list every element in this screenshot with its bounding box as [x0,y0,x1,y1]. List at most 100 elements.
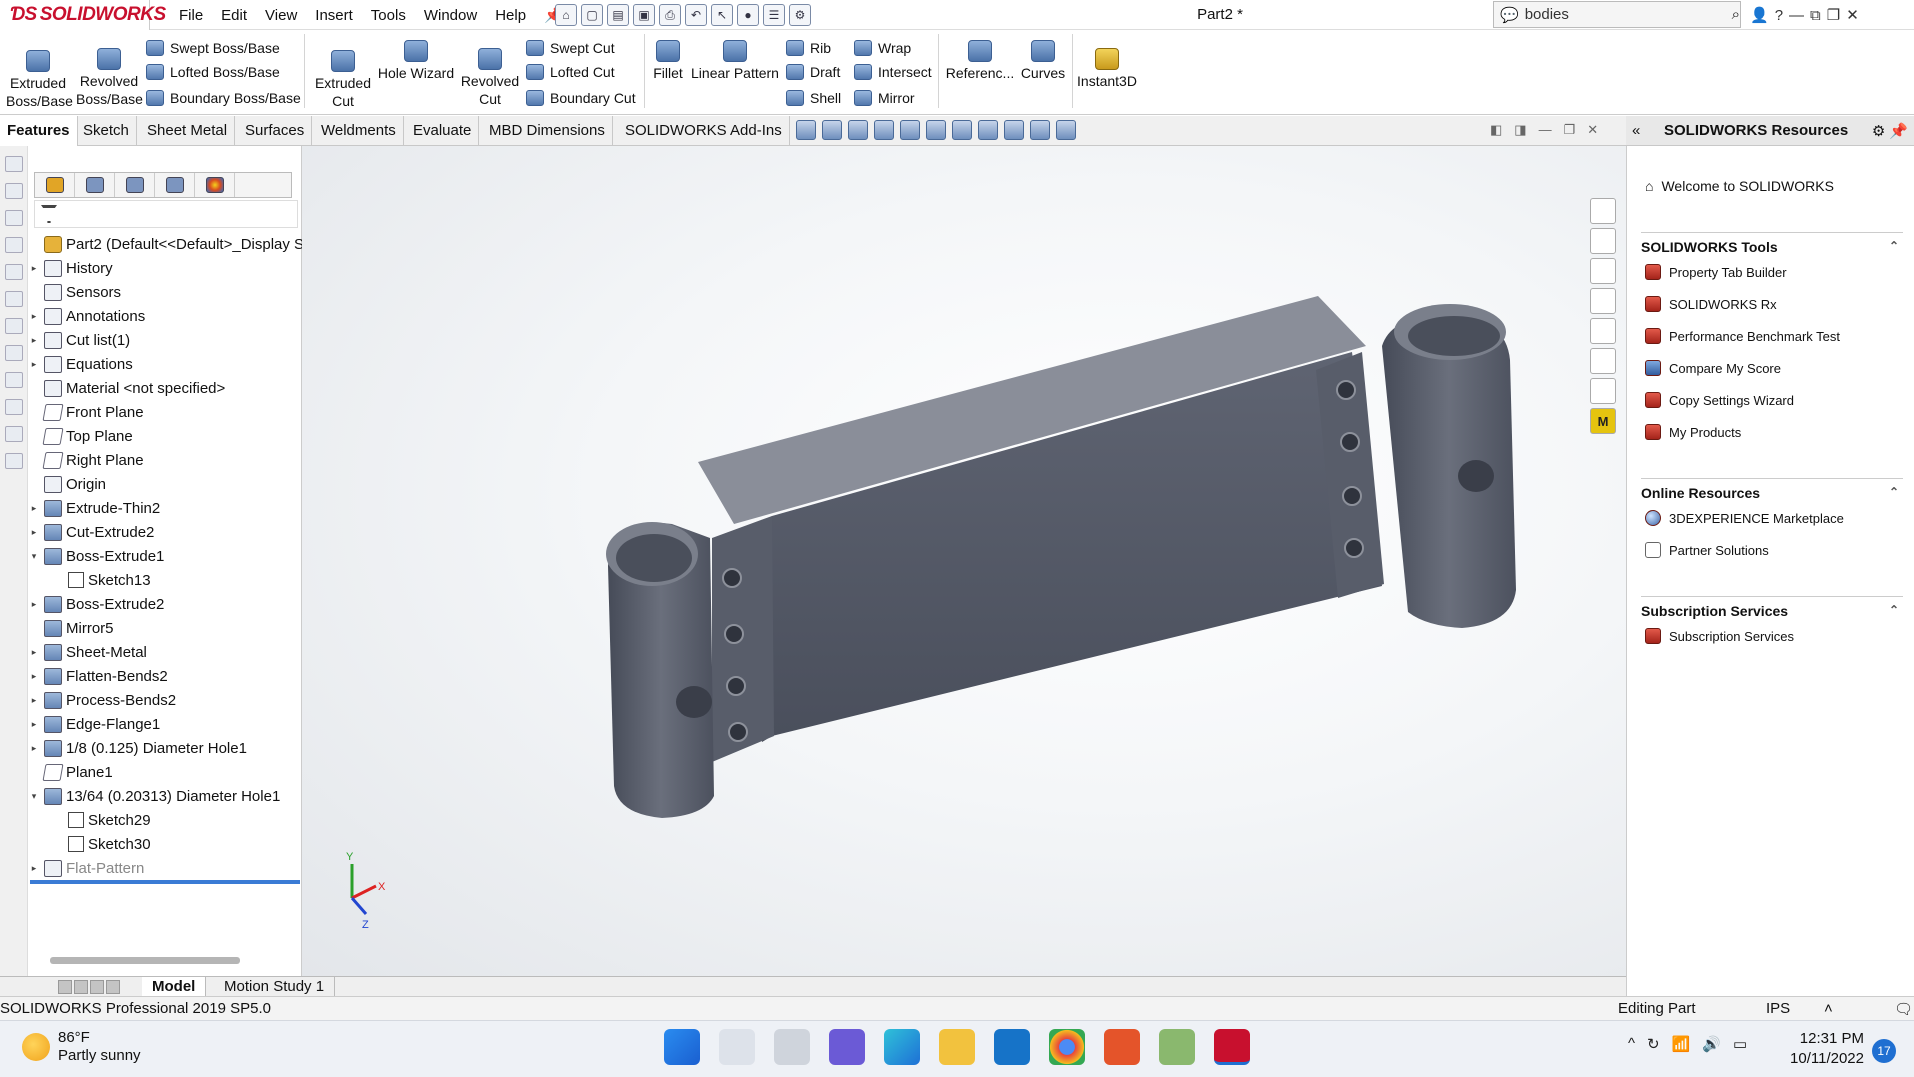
tree-node[interactable]: ▸ Annotations [28,304,145,328]
help-icon[interactable]: ? [1775,7,1783,24]
lofted-boss-button[interactable]: Lofted Boss/Base [146,61,280,83]
sync-icon[interactable]: ↻ [1647,1035,1660,1053]
view-palette-icon[interactable] [1590,288,1616,314]
apply-scene-icon[interactable] [1030,120,1050,140]
tree-node[interactable]: ▸ History [28,256,113,280]
property-tab-builder-link[interactable]: Property Tab Builder [1645,264,1787,280]
undo-icon[interactable]: ↶ [685,4,707,26]
next-tab-icon[interactable] [90,980,104,994]
tab-model[interactable]: Model [142,977,207,997]
tab-sketch[interactable]: Sketch [76,116,137,146]
graphics-area[interactable]: Y X Z [302,146,1626,976]
save-icon[interactable]: ▣ [633,4,655,26]
draft-button[interactable]: Draft [786,61,840,83]
extruded-boss-button[interactable]: Extruded Boss/Base [6,50,73,110]
minimize-icon[interactable]: — [1789,7,1804,24]
partner-solutions-link[interactable]: Partner Solutions [1645,542,1769,558]
search-icon[interactable] [719,1029,755,1065]
tree-node[interactable]: ▸ 1/8 (0.125) Diameter Hole1 [28,736,247,760]
tree-node[interactable]: Sketch30 [52,832,151,856]
instant3d-button[interactable]: Instant3D [1076,48,1138,90]
chevron-up-icon[interactable]: ⌃ [1889,603,1899,617]
viewport-close-icon[interactable]: ✕ [1587,122,1598,138]
chevron-up-icon[interactable]: ^ [1628,1035,1635,1053]
tool-strip-icon[interactable] [5,453,23,469]
prev-tab-icon[interactable] [74,980,88,994]
previous-view-icon[interactable] [848,120,868,140]
app-icon[interactable] [1104,1029,1140,1065]
hide-show-items-icon[interactable] [978,120,998,140]
viewport-restore-icon[interactable]: ❐ [1564,122,1576,138]
solidworks-taskbar-icon[interactable] [1214,1029,1250,1065]
solidworks-rx-link[interactable]: SOLIDWORKS Rx [1645,296,1777,312]
tool-strip-icon[interactable] [5,345,23,361]
select-icon[interactable]: ↖ [711,4,733,26]
tree-node[interactable]: ▸ Cut-Extrude2 [28,520,154,544]
tree-node[interactable]: Plane1 [28,760,113,784]
home-icon[interactable] [1590,198,1616,224]
tab-evaluate[interactable]: Evaluate [406,116,480,146]
search-icon[interactable]: ⌕ [1732,6,1740,23]
shell-button[interactable]: Shell [786,87,841,109]
rollback-bar[interactable] [30,880,300,884]
mysolidworks-icon[interactable]: M [1590,408,1616,434]
chevron-right-icon[interactable]: ▸ [28,647,40,658]
tree-node[interactable]: ▸ Flatten-Bends2 [28,664,168,688]
chevron-down-icon[interactable]: ▾ [28,551,40,562]
part-model[interactable]: Y X Z [302,146,1626,976]
tree-node[interactable]: Origin [28,472,106,496]
search-box[interactable]: 💬 bodies ⌕ [1493,1,1741,28]
chevron-up-icon[interactable]: ⌃ [1889,485,1899,499]
view-orientation-icon[interactable] [926,120,946,140]
welcome-link[interactable]: ⌂ Welcome to SOLIDWORKS [1645,178,1834,194]
open-icon[interactable]: ▤ [607,4,629,26]
outlook-icon[interactable] [994,1029,1030,1065]
tool-strip-icon[interactable] [5,210,23,226]
reference-geometry-button[interactable]: Referenc... [944,40,1016,82]
appearances-icon[interactable] [1590,318,1616,344]
tree-node[interactable]: Front Plane [28,400,144,424]
tool-strip-icon[interactable] [5,183,23,199]
viewport-minimize-icon[interactable]: — [1539,122,1552,138]
pane-pin-icon[interactable]: 📌 [1889,122,1908,140]
search-input[interactable]: bodies [1525,6,1726,23]
swept-boss-button[interactable]: Swept Boss/Base [146,37,280,59]
chevron-down-icon[interactable]: ▾ [28,791,40,802]
collapse-pane-icon[interactable]: « [1632,122,1640,139]
edge-icon[interactable] [884,1029,920,1065]
network-app-icon[interactable] [1159,1029,1195,1065]
tree-node[interactable]: ▾ Boss-Extrude1 [28,544,164,568]
dynamic-annotation-icon[interactable] [900,120,920,140]
my-products-link[interactable]: My Products [1645,424,1741,440]
performance-benchmark-link[interactable]: Performance Benchmark Test [1645,328,1840,344]
boundary-cut-button[interactable]: Boundary Cut [526,87,636,109]
menu-tools[interactable]: Tools [362,7,415,24]
zoom-to-fit-icon[interactable] [796,120,816,140]
tree-node[interactable]: ▸ Cut list(1) [28,328,130,352]
tool-strip-icon[interactable] [5,318,23,334]
tool-strip-icon[interactable] [5,291,23,307]
tree-horizontal-scrollbar[interactable] [50,957,240,964]
tab-features[interactable]: Features [0,116,78,146]
tree-node[interactable]: Material <not specified> [28,376,225,400]
first-tab-icon[interactable] [58,980,72,994]
tree-node[interactable]: ▸ Equations [28,352,133,376]
tab-surfaces[interactable]: Surfaces [238,116,313,146]
chrome-icon[interactable] [1049,1029,1085,1065]
chevron-right-icon[interactable]: ▸ [28,503,40,514]
swept-cut-button[interactable]: Swept Cut [526,37,615,59]
tree-node[interactable]: ▸ Process-Bends2 [28,688,176,712]
units-arrow-icon[interactable]: ˄ [1824,1000,1833,1017]
volume-icon[interactable]: 🔊 [1702,1035,1721,1053]
tool-strip-icon[interactable] [5,426,23,442]
user-icon[interactable]: 👤 [1750,6,1769,24]
file-explorer-icon[interactable] [1590,258,1616,284]
tab-motion-study[interactable]: Motion Study 1 [214,977,336,997]
close-icon[interactable]: ✕ [1846,6,1859,24]
copy-settings-wizard-link[interactable]: Copy Settings Wizard [1645,392,1794,408]
boundary-boss-button[interactable]: Boundary Boss/Base [146,87,301,109]
tree-node[interactable]: Top Plane [28,424,133,448]
tab-display-manager[interactable] [195,173,235,197]
chevron-right-icon[interactable]: ▸ [28,527,40,538]
menu-window[interactable]: Window [415,7,486,24]
